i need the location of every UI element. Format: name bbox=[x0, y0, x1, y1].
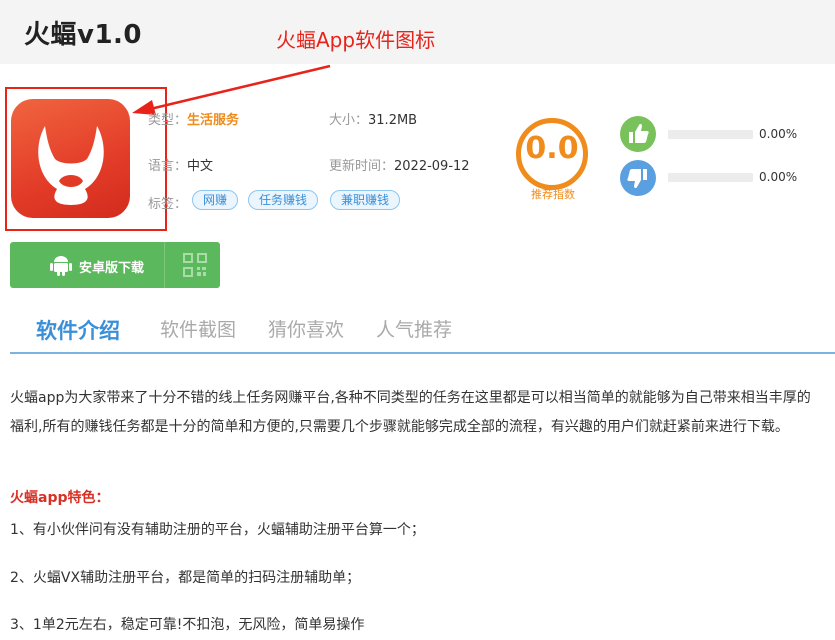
update-value: 2022-09-12 bbox=[394, 159, 470, 174]
download-divider bbox=[164, 242, 165, 288]
android-icon bbox=[50, 256, 72, 276]
downvote-bar bbox=[668, 173, 753, 182]
tab-you-may-like[interactable]: 猜你喜欢 bbox=[268, 315, 344, 342]
feature-item: 1、有小伙伴问有没有辅助注册的平台，火蝠辅助注册平台算一个； bbox=[10, 522, 425, 538]
annotation-label: 火蝠App软件图标 bbox=[276, 28, 436, 52]
thumbs-down-icon bbox=[627, 169, 647, 189]
score-label: 推荐指数 bbox=[531, 188, 575, 201]
feature-item: 2、火蝠VX辅助注册平台，都是简单的扫码注册辅助单； bbox=[10, 570, 361, 586]
features-heading: 火蝠app特色： bbox=[10, 490, 110, 506]
tags-label: 标签： bbox=[148, 197, 188, 212]
feature-item: 3、1单2元左右，稳定可靠!不扣泡，无风险，简单易操作 bbox=[10, 617, 365, 633]
qr-code-icon[interactable] bbox=[183, 253, 207, 277]
size-value: 31.2MB bbox=[368, 113, 418, 128]
tab-software-intro[interactable]: 软件介绍 bbox=[36, 315, 120, 345]
tabs-underline bbox=[10, 352, 835, 354]
type-label: 类型： bbox=[148, 113, 188, 128]
app-icon bbox=[11, 99, 130, 218]
download-label: 安卓版下载 bbox=[79, 261, 145, 276]
upvote-bar bbox=[668, 130, 753, 139]
type-value-link[interactable]: 生活服务 bbox=[187, 113, 239, 128]
app-language: 语言：中文 bbox=[148, 155, 213, 174]
language-label: 语言： bbox=[148, 159, 188, 174]
intro-paragraph: 火蝠app为大家带来了十分不错的线上任务网赚平台,各种不同类型的任务在这里都是可… bbox=[10, 390, 811, 435]
downvote-percent: 0.00% bbox=[759, 170, 798, 184]
size-label: 大小： bbox=[329, 113, 369, 128]
update-label: 更新时间： bbox=[329, 159, 395, 174]
tab-popular[interactable]: 人气推荐 bbox=[376, 315, 452, 342]
thumbs-up-button[interactable] bbox=[620, 116, 656, 152]
app-update-time: 更新时间：2022-09-12 bbox=[329, 155, 470, 174]
language-value: 中文 bbox=[187, 159, 214, 174]
app-type: 类型：生活服务 bbox=[148, 109, 239, 128]
app-size: 大小：31.2MB bbox=[329, 109, 417, 128]
upvote-percent: 0.00% bbox=[759, 127, 798, 141]
bat-logo-icon bbox=[38, 126, 104, 205]
score-value: 0.0 bbox=[525, 131, 579, 166]
thumbs-down-button[interactable] bbox=[620, 160, 656, 196]
tag-chip[interactable]: 任务赚钱 bbox=[248, 190, 319, 210]
tab-screenshots[interactable]: 软件截图 bbox=[160, 315, 236, 342]
thumbs-up-icon bbox=[629, 123, 649, 143]
tag-chip[interactable]: 兼职赚钱 bbox=[330, 190, 401, 210]
tag-chip[interactable]: 网赚 bbox=[192, 190, 239, 210]
